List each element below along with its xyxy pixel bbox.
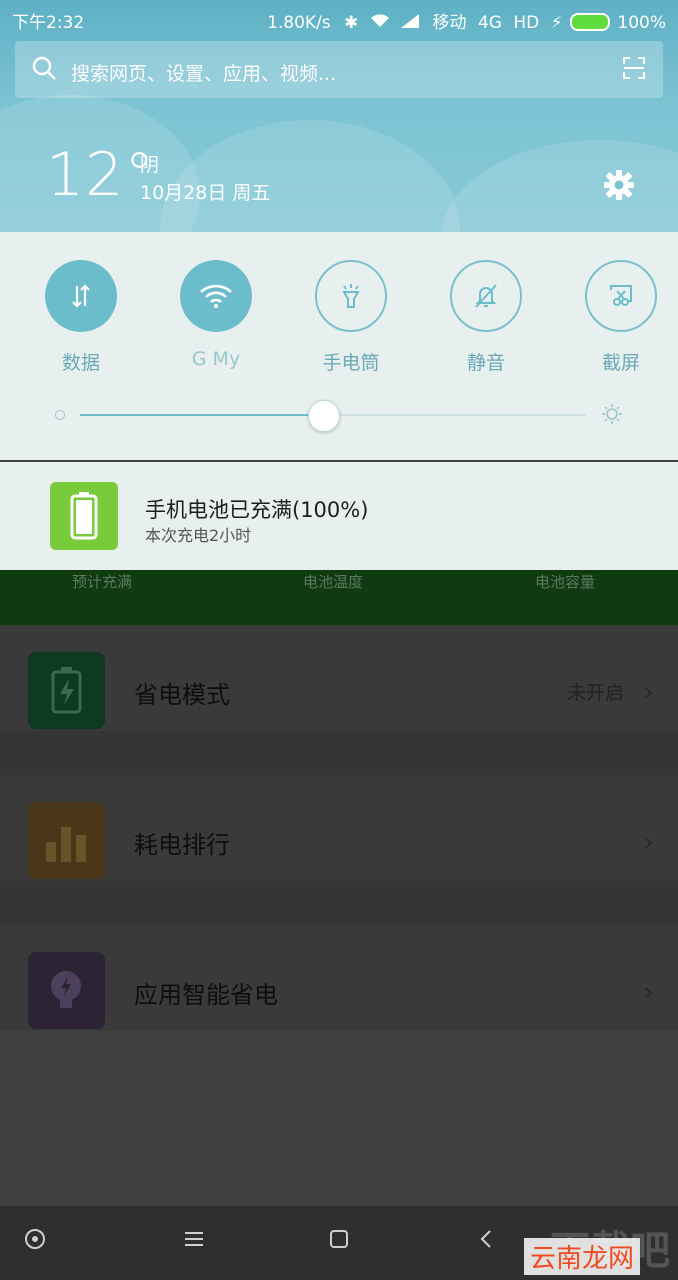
status-right-group: 1.80K/s ✱ 移动 4G HD ⚡ 100% <box>267 8 666 33</box>
flashlight-icon <box>315 260 387 332</box>
scan-icon[interactable] <box>623 57 645 79</box>
weather-condition: 阴 <box>140 154 160 176</box>
battery-full-icon <box>50 482 118 550</box>
chevron-right-icon: › <box>642 825 654 858</box>
search-icon <box>32 56 56 80</box>
quick-settings-panel: 数据 G My 手电筒 静音 截屏 <box>0 232 678 460</box>
brightness-low-icon <box>55 410 65 420</box>
status-bar: 下午2:32 1.80K/s ✱ 移动 4G HD ⚡ 100% <box>0 0 678 36</box>
notification-subtitle: 本次充电2小时 <box>145 526 252 545</box>
screenshot-icon <box>585 260 657 332</box>
tile-mute[interactable]: 静音 <box>448 260 524 375</box>
tile-label: 数据 <box>61 352 100 374</box>
notification-shade-header: 下午2:32 1.80K/s ✱ 移动 4G HD ⚡ 100% 搜索网页、设置… <box>0 0 678 232</box>
menu-icon[interactable] <box>183 1228 205 1256</box>
brightness-track[interactable] <box>323 414 586 416</box>
wifi-icon <box>370 13 395 33</box>
network-speed: 1.80K/s <box>267 13 331 33</box>
tile-flashlight[interactable]: 手电筒 <box>313 260 389 375</box>
carrier-name: 移动 <box>432 13 467 33</box>
divider <box>0 881 678 925</box>
list-item-title: 省电模式 <box>134 681 230 709</box>
list-item-power-saving[interactable]: 省电模式 未开启 › <box>0 625 678 731</box>
chevron-right-icon: › <box>642 675 654 708</box>
hd-badge: HD <box>513 13 540 33</box>
back-icon[interactable] <box>476 1228 498 1256</box>
bell-mute-icon <box>450 260 522 332</box>
list-item-title: 应用智能省电 <box>134 981 278 1009</box>
chevron-right-icon: › <box>642 975 654 1008</box>
list-item-smart-power[interactable]: 应用智能省电 › <box>0 925 678 1031</box>
temperature: 12° <box>46 140 156 210</box>
strip-label-full-eta: 预计充满 <box>72 573 133 591</box>
bar-chart-icon <box>28 802 105 879</box>
tile-label: G My <box>191 348 241 370</box>
watermark-badge: 云南龙网 <box>523 1238 640 1275</box>
strip-label-capacity: 电池容量 <box>535 573 596 591</box>
battery-bolt-icon <box>28 652 105 729</box>
tile-label: 静音 <box>466 352 505 374</box>
home-circle-icon[interactable] <box>24 1228 46 1256</box>
tile-label: 手电筒 <box>322 352 380 374</box>
tile-mobile-data[interactable]: 数据 <box>43 260 119 375</box>
battery-info-strip: 预计充满 电池温度 电池容量 <box>0 565 678 625</box>
date-label: 10月28日 周五 <box>140 182 271 204</box>
lightbulb-bolt-icon <box>28 952 105 1029</box>
notification-title: 手机电池已充满(100%) <box>145 498 369 522</box>
brightness-high-icon <box>602 404 622 424</box>
network-type: 4G <box>477 13 502 33</box>
tile-label: 截屏 <box>601 352 640 374</box>
tile-wifi[interactable]: G My <box>178 260 254 370</box>
square-icon[interactable] <box>328 1228 350 1256</box>
bluetooth-icon: ✱ <box>344 13 359 33</box>
battery-icon <box>569 13 610 31</box>
notification-battery-full[interactable]: 手机电池已充满(100%) 本次充电2小时 <box>0 462 678 570</box>
charging-bolt-icon: ⚡ <box>550 13 563 33</box>
gear-icon[interactable] <box>602 168 636 202</box>
battery-percent: 100% <box>617 13 666 33</box>
status-label: 未开启 <box>566 682 624 704</box>
tile-screenshot[interactable]: 截屏 <box>583 260 659 375</box>
brightness-thumb[interactable] <box>308 400 340 432</box>
list-item-title: 耗电排行 <box>134 831 230 859</box>
wifi-icon <box>180 260 252 332</box>
divider <box>0 731 678 775</box>
brightness-fill <box>80 414 323 416</box>
brightness-slider[interactable] <box>0 397 678 437</box>
strip-label-temperature: 电池温度 <box>303 573 364 591</box>
status-time: 下午2:32 <box>12 13 85 33</box>
signal-icon <box>399 13 424 33</box>
search-placeholder: 搜索网页、设置、应用、视频... <box>71 63 337 85</box>
search-bar[interactable]: 搜索网页、设置、应用、视频... <box>15 41 663 98</box>
list-item-power-ranking[interactable]: 耗电排行 › <box>0 775 678 881</box>
data-arrows-icon <box>45 260 117 332</box>
